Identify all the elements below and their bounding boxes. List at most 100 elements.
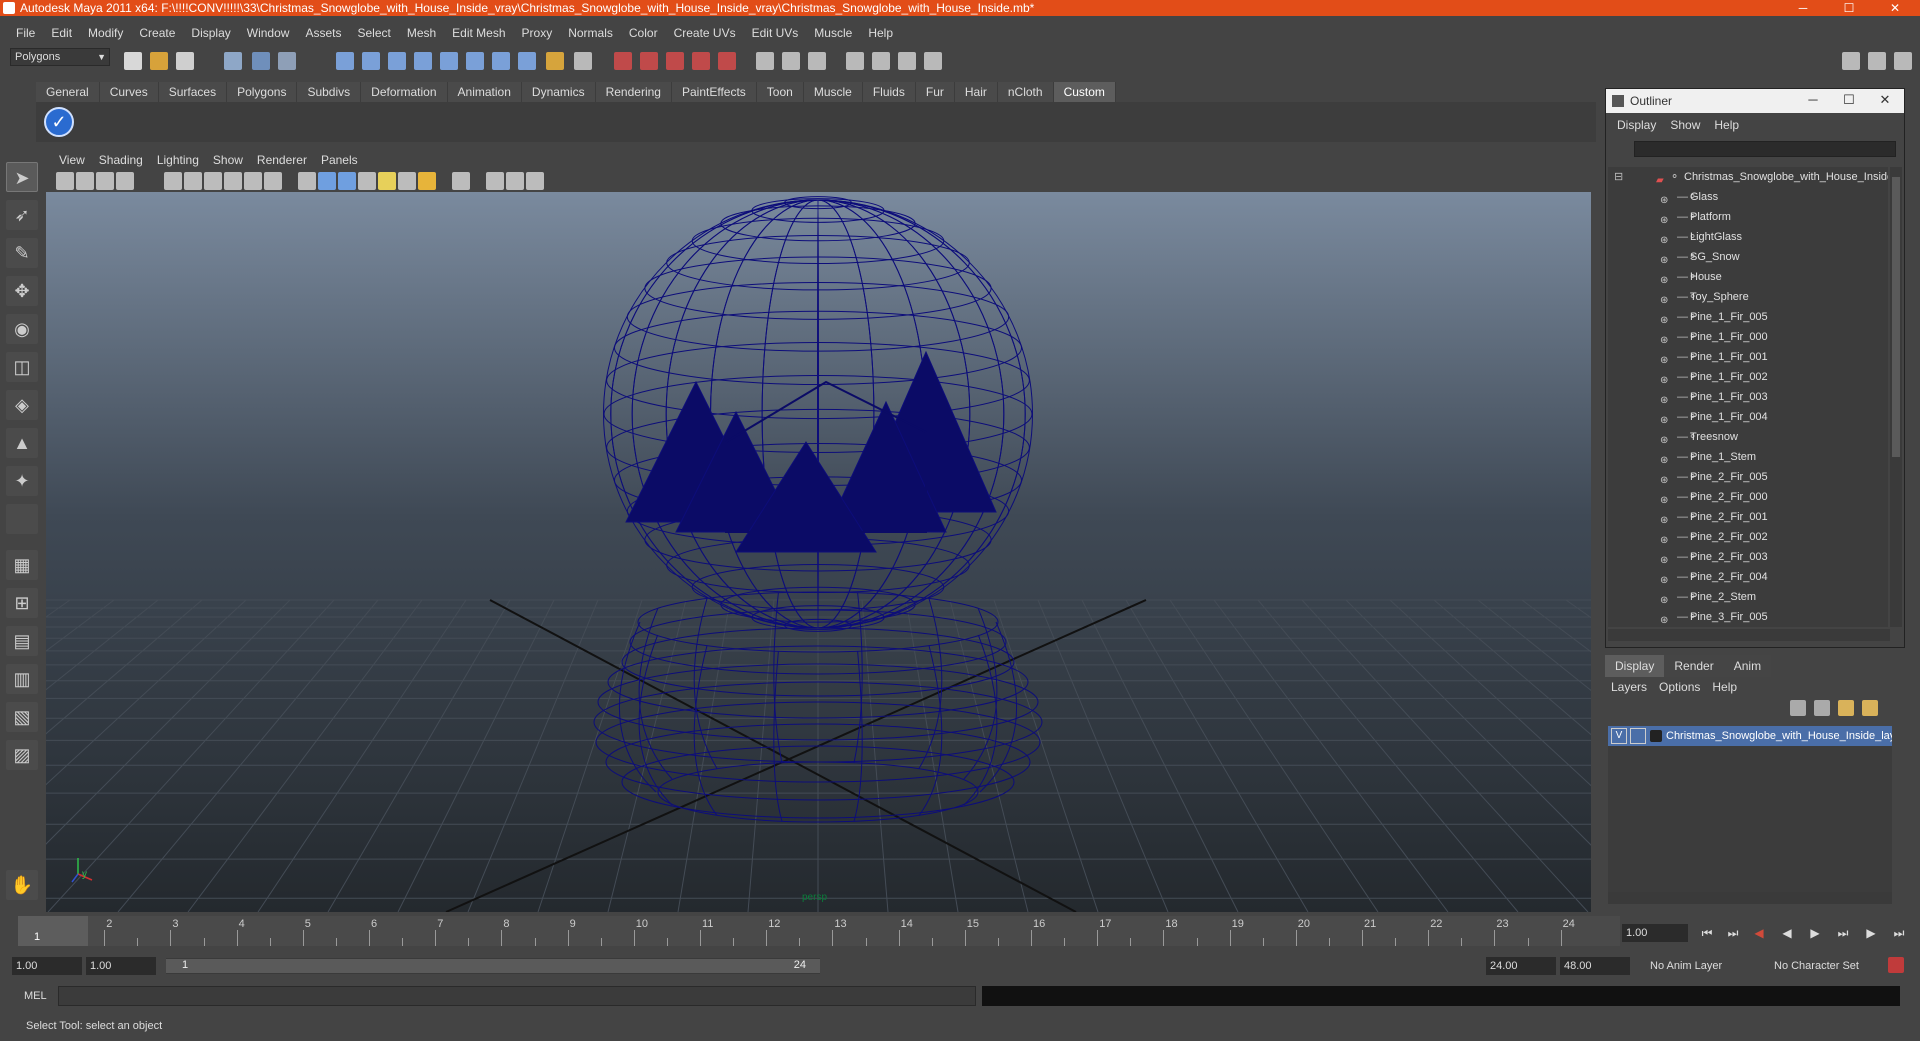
- shelf-tab-fur[interactable]: Fur: [915, 82, 955, 102]
- select-hierarchy-icon[interactable]: [224, 52, 242, 70]
- shelf-tab-ncloth[interactable]: nCloth: [997, 82, 1054, 102]
- shelf-tab-toon[interactable]: Toon: [756, 82, 804, 102]
- outliner-item[interactable]: ⊛ —⚬ Pine_2_Fir_000: [1608, 487, 1888, 507]
- layer-color-swatch[interactable]: [1650, 730, 1662, 742]
- menu-edit-uvs[interactable]: Edit UVs: [744, 26, 807, 40]
- textured-icon[interactable]: [358, 172, 376, 190]
- outliner-menu-help[interactable]: Help: [1707, 118, 1746, 132]
- bookmark-icon[interactable]: [96, 172, 114, 190]
- layout-four-pane-icon[interactable]: ⊞: [6, 588, 38, 618]
- layout-hypershade-icon[interactable]: ▧: [6, 702, 38, 732]
- move-layer-down-icon[interactable]: [1814, 700, 1830, 716]
- outliner-maximize-button[interactable]: ☐: [1834, 92, 1864, 108]
- history-icon[interactable]: [492, 52, 510, 70]
- layer-visibility-toggle[interactable]: V: [1611, 728, 1627, 744]
- outliner-item[interactable]: ⊛ —⚬ House: [1608, 267, 1888, 287]
- lasso-tool-icon[interactable]: ➶: [6, 200, 38, 230]
- shelf-tab-dynamics[interactable]: Dynamics: [521, 82, 596, 102]
- current-frame-field[interactable]: 1.00: [1622, 924, 1688, 942]
- render-globals-icon[interactable]: [718, 52, 736, 70]
- default-light-icon[interactable]: [378, 172, 396, 190]
- last-tool-icon[interactable]: [6, 504, 38, 534]
- manipulator-tool-icon[interactable]: ◈: [6, 390, 38, 420]
- outliner-menu-show[interactable]: Show: [1663, 118, 1707, 132]
- vp-menu-renderer[interactable]: Renderer: [250, 153, 314, 167]
- outliner-item[interactable]: ⊛ —⚬ Toy_Sphere: [1608, 287, 1888, 307]
- outliner-close-button[interactable]: ✕: [1870, 92, 1900, 108]
- toggle-channel-box-icon[interactable]: [808, 52, 826, 70]
- animation-start-field[interactable]: 1.00: [12, 957, 82, 975]
- outliner-scroll-thumb[interactable]: [1892, 177, 1900, 457]
- command-input[interactable]: [58, 986, 976, 1006]
- outliner-item[interactable]: ⊛ —⚬ Pine_2_Fir_004: [1608, 567, 1888, 587]
- layout-outliner-persp-icon[interactable]: ▤: [6, 626, 38, 656]
- outliner-root-item[interactable]: ⊟ ▰ ⚬ Christmas_Snowglobe_with_House_Ins…: [1608, 167, 1888, 187]
- menu-assets[interactable]: Assets: [297, 26, 349, 40]
- layer-tab-anim[interactable]: Anim: [1723, 655, 1772, 677]
- snap-view-icon[interactable]: [466, 52, 484, 70]
- lock-icon[interactable]: [546, 52, 564, 70]
- rotate-tool-icon[interactable]: ◉: [6, 314, 38, 344]
- hud-icon[interactable]: [526, 172, 544, 190]
- animation-end-field[interactable]: 48.00: [1560, 957, 1630, 975]
- layer-tab-display[interactable]: Display: [1605, 655, 1665, 677]
- menu-mesh[interactable]: Mesh: [399, 26, 444, 40]
- outliner-item[interactable]: ⊛ —⚬ Pine_1_Stem: [1608, 447, 1888, 467]
- character-set-dropdown[interactable]: No Character Set: [1770, 957, 1882, 975]
- outliner-tree[interactable]: ⊟ ▰ ⚬ Christmas_Snowglobe_with_House_Ins…: [1608, 167, 1888, 627]
- shelf-tab-deformation[interactable]: Deformation: [361, 82, 448, 102]
- outliner-item[interactable]: ⊛ —⚬ Pine_1_Fir_003: [1608, 387, 1888, 407]
- toggle-attribute-editor-icon[interactable]: [782, 52, 800, 70]
- menu-normals[interactable]: Normals: [560, 26, 621, 40]
- vp-menu-lighting[interactable]: Lighting: [150, 153, 206, 167]
- outliner-item[interactable]: ⊛ —⚬ Treesnow: [1608, 427, 1888, 447]
- outliner-item[interactable]: ⊛ —⚬ LightGlass: [1608, 227, 1888, 247]
- play-backwards-button[interactable]: ◀: [1776, 924, 1798, 942]
- menu-color[interactable]: Color: [621, 26, 666, 40]
- shelf-tab-general[interactable]: General: [36, 82, 100, 102]
- outliner-item[interactable]: ⊛ —⚬ Pine_2_Fir_001: [1608, 507, 1888, 527]
- go-to-start-button[interactable]: ⏮: [1696, 924, 1718, 942]
- select-object-icon[interactable]: [252, 52, 270, 70]
- shadows-icon[interactable]: [398, 172, 416, 190]
- auto-key-icon[interactable]: [1888, 957, 1904, 973]
- toggle-tool-settings-icon[interactable]: [846, 52, 864, 70]
- new-scene-icon[interactable]: [124, 52, 142, 70]
- close-button[interactable]: ✕: [1872, 0, 1918, 16]
- outliner-item[interactable]: ⊛ —⚬ SG_Snow: [1608, 247, 1888, 267]
- layer-display-type-toggle[interactable]: [1630, 728, 1646, 744]
- layout-attribute-icon[interactable]: [1894, 52, 1912, 70]
- outliner-item[interactable]: ⊛ —⚬ Pine_1_Fir_002: [1608, 367, 1888, 387]
- outliner-item[interactable]: ⊛ —⚬ Pine_2_Stem: [1608, 587, 1888, 607]
- gate-mask-icon[interactable]: [224, 172, 242, 190]
- shelf-tab-curves[interactable]: Curves: [99, 82, 159, 102]
- vp-menu-panels[interactable]: Panels: [314, 153, 365, 167]
- toggle-timeline-icon[interactable]: [924, 52, 942, 70]
- ipr-render-icon[interactable]: [640, 52, 658, 70]
- vp-menu-shading[interactable]: Shading: [92, 153, 150, 167]
- outliner-hscrollbar[interactable]: [1608, 629, 1890, 641]
- isolate-select-icon[interactable]: [452, 172, 470, 190]
- viewport-3d[interactable]: y persp: [46, 192, 1591, 912]
- outliner-vscrollbar[interactable]: [1890, 167, 1902, 627]
- layer-tab-render[interactable]: Render: [1664, 655, 1724, 677]
- render-settings-icon[interactable]: [666, 52, 684, 70]
- outliner-minimize-button[interactable]: ─: [1798, 92, 1828, 107]
- menu-select[interactable]: Select: [349, 26, 398, 40]
- layer-menu-layers[interactable]: Layers: [1605, 680, 1653, 694]
- step-forward-key-button[interactable]: ⏭: [1832, 924, 1854, 942]
- checkmark-icon[interactable]: ✓: [44, 107, 74, 137]
- select-component-icon[interactable]: [278, 52, 296, 70]
- menu-set-dropdown[interactable]: Polygons ▼: [10, 48, 110, 66]
- outliner-item[interactable]: ⊛ —⚬ Pine_1_Fir_001: [1608, 347, 1888, 367]
- show-manipulator-tool-icon[interactable]: ✦: [6, 466, 38, 496]
- shelf-tab-rendering[interactable]: Rendering: [595, 82, 672, 102]
- new-layer-icon[interactable]: [1838, 700, 1854, 716]
- field-chart-icon[interactable]: [244, 172, 262, 190]
- menu-create[interactable]: Create: [131, 26, 183, 40]
- minimize-button[interactable]: ─: [1780, 0, 1826, 16]
- xray-joints-icon[interactable]: [506, 172, 524, 190]
- hypershade-icon[interactable]: [692, 52, 710, 70]
- layout-single-icon[interactable]: [1842, 52, 1860, 70]
- shelf-tab-subdivs[interactable]: Subdivs: [297, 82, 362, 102]
